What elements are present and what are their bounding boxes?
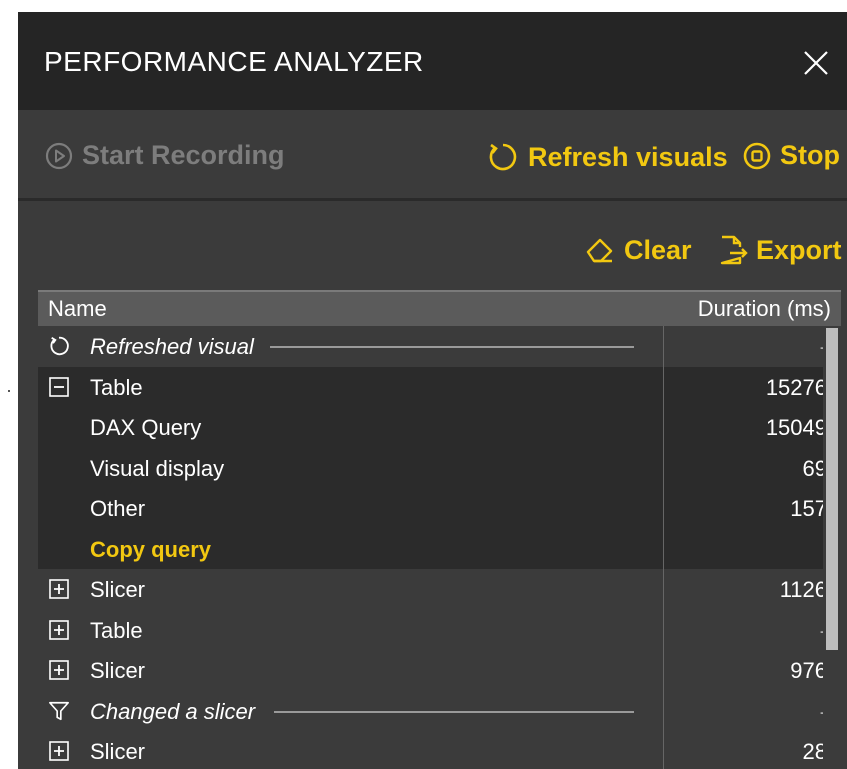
expand-icon[interactable] [48,578,70,600]
table-row[interactable]: Visual display 69 [38,447,841,488]
start-recording-button[interactable]: Start Recording [44,140,285,171]
table-row[interactable]: Slicer 1126 [38,569,841,610]
row-name: Other [90,496,146,521]
scrollbar-thumb[interactable] [826,328,838,650]
row-name: DAX Query [90,415,202,440]
row-name: Visual display [90,455,225,481]
row-duration: 1126 [779,577,827,602]
copy-query-link[interactable]: Copy query [90,537,211,563]
column-header-duration[interactable]: Duration (ms) [698,296,831,322]
table-row[interactable]: Refreshed visual - [38,326,841,367]
close-icon[interactable] [801,48,831,78]
table-row[interactable]: Table - [38,610,841,651]
eraser-icon [586,238,613,263]
row-name: Table [90,374,143,400]
grid-rows: Refreshed visual - Table 15276 DAX Query… [38,326,841,769]
panel-header: PERFORMANCE ANALYZER [18,12,847,110]
refresh-icon [489,143,517,171]
results-grid: Name Duration (ms) Refreshed visual - [38,290,841,769]
stop-button[interactable]: Stop [742,140,840,171]
row-name: Changed a slicer [90,698,256,724]
stray-dot [8,390,10,392]
row-duration: 15276 [765,374,827,400]
divider-line [274,710,634,713]
expand-icon[interactable] [48,740,70,762]
table-row[interactable]: Other 157 [38,488,841,529]
row-name: Table [90,617,143,643]
row-name: Refreshed visual [90,334,254,359]
row-duration: 157 [790,496,827,521]
column-separator [663,326,664,769]
clear-label: Clear [624,234,692,265]
table-row[interactable]: DAX Query 15049 [38,407,841,448]
table-row[interactable]: Slicer 28 [38,731,841,769]
performance-analyzer-panel: PERFORMANCE ANALYZER Start Recording Ref… [18,12,847,769]
table-row[interactable]: Slicer 976 [38,650,841,691]
export-label: Export [756,234,842,265]
play-circle-icon [45,142,73,169]
table-row[interactable]: Table 15276 [38,366,841,407]
export-icon [720,235,748,265]
divider-line [270,346,634,348]
clear-button[interactable]: Clear [584,234,692,266]
recording-toolbar: Start Recording Refresh visuals Stop [18,110,847,201]
row-name: Slicer [90,577,146,602]
table-row[interactable]: Changed a slicer - [38,691,841,732]
row-duration: 976 [790,658,827,683]
row-name: Slicer [90,658,146,683]
table-row: Copy query [38,528,841,569]
row-duration: 15049 [765,415,827,440]
stop-label: Stop [780,140,840,170]
refresh-visuals-label: Refresh visuals [528,141,728,172]
row-name: Slicer [90,739,146,764]
actions-bar: Clear Export [18,201,847,291]
start-recording-label: Start Recording [82,140,285,170]
grid-header: Name Duration (ms) [38,290,841,326]
column-header-name[interactable]: Name [48,296,107,322]
collapse-icon[interactable] [48,376,70,398]
export-button[interactable]: Export [716,234,842,266]
expand-icon[interactable] [48,659,70,681]
filter-icon [49,701,69,720]
stop-circle-icon [743,142,771,169]
expand-icon[interactable] [48,619,70,641]
refresh-icon [50,336,69,356]
panel-title: PERFORMANCE ANALYZER [44,46,424,77]
refresh-visuals-button[interactable]: Refresh visuals [486,140,728,174]
